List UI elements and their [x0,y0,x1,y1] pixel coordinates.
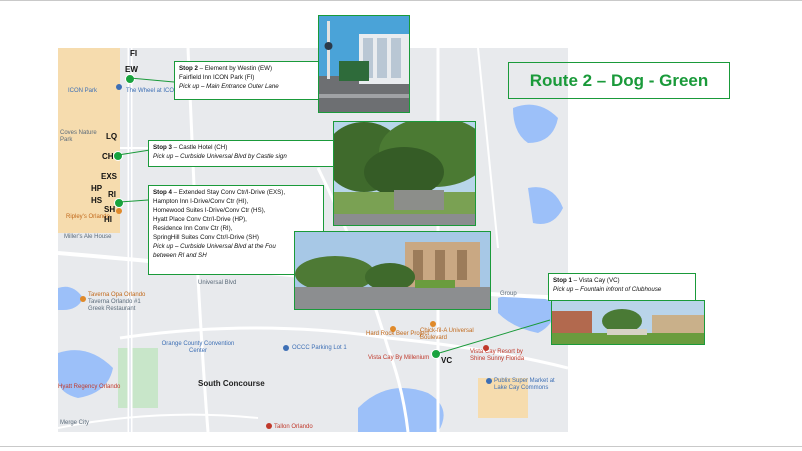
stop-code-vc: VC [441,356,453,365]
map-label-taverna-sub: Taverna Orlando #1 Greek Restaurant [88,299,141,312]
route-title: Route 2 – Dog - Green [508,62,730,99]
map-label-publix: Publix Super Market at Lake Cay Commons [494,378,555,391]
stop-2-name: – Element by Westin (EW) [197,65,273,72]
stop-1-name: – Vista Cay (VC) [571,277,620,284]
stop-1-title: Stop 1 – Vista Cay (VC) [553,276,691,285]
stop-4-line-3: Hyatt Place Conv Ctr/I-Drive (HP), [153,216,247,223]
stop-code-exs: EXS [101,172,118,181]
tallon-marker[interactable] [266,423,272,429]
stop-code-lq: LQ [106,132,118,141]
taverna-marker[interactable] [80,296,86,302]
stop-code-sh: SH [104,205,116,214]
map-label-merge-city: Merge City [60,420,90,426]
map-label-vista-cay-resort: Vista Cay Resort by Shine Sunny Florida [470,349,525,362]
stop-1-pin[interactable] [431,349,441,359]
map-label-taverna: Taverna Opa Orlando [88,292,146,298]
map-label-group: Group [500,291,517,297]
stop-4-pickup: Pick up – Curbside Universal Blvd at the… [153,243,276,250]
stop-4-photo [294,231,491,310]
stop-2-photo [318,15,410,113]
map-label-chick-fil-a: Chick-fil-A Universal Boulevard [420,328,474,341]
stop-code-hp: HP [91,184,103,193]
stop-3-name: – Castle Hotel (CH) [171,144,228,151]
stop-code-hs: HS [91,196,103,205]
stop-code-hi: HI [104,215,112,224]
chick-fil-a-marker[interactable] [430,321,436,327]
stop-4-pin[interactable] [114,198,124,208]
bottom-divider [0,446,802,447]
stop-4-title: Stop 4 – Extended Stay Conv Ctr/I-Drive … [153,188,319,197]
stop-4-line-1: Hampton Inn I-Drive/Conv Ctr (HI), [153,198,249,205]
map-label-millers: Miller's Ale House [64,234,112,240]
stop-4-pickup-2: between RI and SH [153,252,207,259]
occc-parking-marker[interactable] [283,345,289,351]
map-label-tallon: Tallon Orlando [274,424,313,430]
map-label-south-concourse: South Concourse [198,379,265,388]
map-label-icon-park: ICON Park [68,88,98,94]
stop-2-pickup: Pick up – Main Entrance Outer Lane [179,83,279,90]
map-label-coves: Coves Nature Park [60,130,97,143]
publix-marker[interactable] [486,378,492,384]
stop-1-pickup: Pick up – Fountain infront of Clubhouse [553,286,662,293]
ripleys-marker[interactable] [116,208,122,214]
stop-2-heading: Stop 2 [179,65,198,72]
stop-code-ew: EW [125,65,138,74]
stop-4-heading: Stop 4 [153,189,172,196]
stop-3-title: Stop 3 – Castle Hotel (CH) [153,143,329,152]
map-label-orange-county: Orange County Convention Center [161,341,235,354]
stop-1-heading: Stop 1 [553,277,572,284]
park-area [118,348,158,408]
stop-4-name: – Extended Stay Conv Ctr/I-Drive (EXS), [171,189,286,196]
stop-3-callout: Stop 3 – Castle Hotel (CH) Pick up – Cur… [148,140,334,167]
stop-2-callout: Stop 2 – Element by Westin (EW) Fairfiel… [174,61,324,100]
map-label-vista-cay-millennium: Vista Cay By Millenium [368,355,430,361]
stop-3-heading: Stop 3 [153,144,172,151]
stop-code-fi: FI [130,49,138,58]
stop-3-pickup: Pick up – Curbside Universal Blvd by Cas… [153,153,287,160]
stop-2-title: Stop 2 – Element by Westin (EW) [179,64,319,73]
icon-park-marker[interactable] [116,84,122,90]
stop-3-pin[interactable] [113,151,123,161]
stop-2-line-1: Fairfield Inn ICON Park (FI) [179,74,255,81]
map-label-hyatt: Hyatt Regency Orlando [58,384,121,390]
map-label-universal-blvd: Universal Blvd [198,280,237,286]
map-label-wheel: The Wheel at ICON [126,88,179,94]
stop-code-ri: RI [108,190,116,199]
stop-2-pin[interactable] [125,74,135,84]
map-label-occc-parking: OCCC Parking Lot 1 [292,345,347,351]
stop-1-photo [551,300,705,345]
stop-4-line-2: Homewood Suites I-Drive/Conv Ctr (HS), [153,207,266,214]
stop-code-ch: CH [102,152,114,161]
top-divider [0,0,802,1]
stop-1-callout: Stop 1 – Vista Cay (VC) Pick up – Founta… [548,273,696,301]
stop-3-photo [333,121,476,226]
